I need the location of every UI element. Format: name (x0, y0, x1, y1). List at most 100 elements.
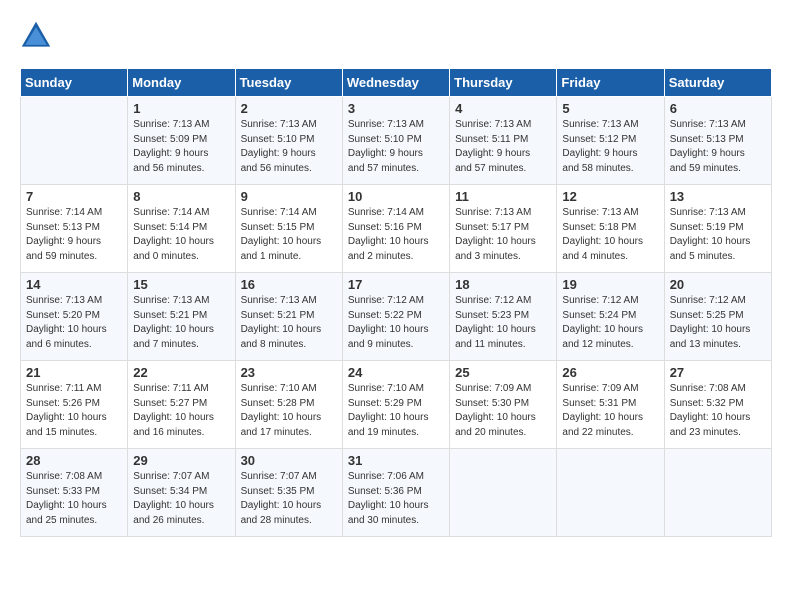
day-number: 26 (562, 365, 658, 380)
day-info: Sunrise: 7:13 AMSunset: 5:10 PMDaylight:… (241, 118, 337, 176)
weekday-header: Tuesday (235, 69, 342, 97)
day-number: 28 (26, 453, 122, 468)
day-info: Sunrise: 7:13 AMSunset: 5:21 PMDaylight:… (133, 294, 229, 352)
calendar-cell: 27 Sunrise: 7:08 AMSunset: 5:32 PMDayligh… (664, 361, 771, 449)
day-info: Sunrise: 7:14 AMSunset: 5:14 PMDaylight:… (133, 206, 229, 264)
calendar-cell: 11 Sunrise: 7:13 AMSunset: 5:17 PMDayligh… (450, 185, 557, 273)
day-number: 23 (241, 365, 337, 380)
calendar-cell: 16 Sunrise: 7:13 AMSunset: 5:21 PMDayligh… (235, 273, 342, 361)
day-info: Sunrise: 7:14 AMSunset: 5:16 PMDaylight:… (348, 206, 444, 264)
calendar-cell (450, 449, 557, 537)
weekday-header: Monday (128, 69, 235, 97)
calendar-cell: 22 Sunrise: 7:11 AMSunset: 5:27 PMDayligh… (128, 361, 235, 449)
day-info: Sunrise: 7:08 AMSunset: 5:33 PMDaylight:… (26, 470, 122, 528)
day-info: Sunrise: 7:07 AMSunset: 5:35 PMDaylight:… (241, 470, 337, 528)
calendar-cell: 21 Sunrise: 7:11 AMSunset: 5:26 PMDayligh… (21, 361, 128, 449)
day-info: Sunrise: 7:06 AMSunset: 5:36 PMDaylight:… (348, 470, 444, 528)
logo (20, 20, 56, 52)
header-row: SundayMondayTuesdayWednesdayThursdayFrid… (21, 69, 772, 97)
calendar-cell: 29 Sunrise: 7:07 AMSunset: 5:34 PMDayligh… (128, 449, 235, 537)
day-number: 8 (133, 189, 229, 204)
day-number: 21 (26, 365, 122, 380)
calendar-cell: 26 Sunrise: 7:09 AMSunset: 5:31 PMDayligh… (557, 361, 664, 449)
weekday-header: Wednesday (342, 69, 449, 97)
calendar-cell: 31 Sunrise: 7:06 AMSunset: 5:36 PMDayligh… (342, 449, 449, 537)
day-info: Sunrise: 7:11 AMSunset: 5:26 PMDaylight:… (26, 382, 122, 440)
calendar-cell: 1 Sunrise: 7:13 AMSunset: 5:09 PMDaylight… (128, 97, 235, 185)
calendar-week-row: 21 Sunrise: 7:11 AMSunset: 5:26 PMDayligh… (21, 361, 772, 449)
calendar-cell: 8 Sunrise: 7:14 AMSunset: 5:14 PMDaylight… (128, 185, 235, 273)
calendar-cell: 9Sunrise: 7:14 AMSunset: 5:15 PMDaylight… (235, 185, 342, 273)
day-number: 29 (133, 453, 229, 468)
logo-icon (20, 20, 52, 52)
day-info: Sunrise: 7:13 AMSunset: 5:11 PMDaylight:… (455, 118, 551, 176)
day-number: 17 (348, 277, 444, 292)
calendar-body: 1 Sunrise: 7:13 AMSunset: 5:09 PMDaylight… (21, 97, 772, 537)
day-number: 25 (455, 365, 551, 380)
calendar-cell: 20Sunrise: 7:12 AMSunset: 5:25 PMDayligh… (664, 273, 771, 361)
weekday-header: Sunday (21, 69, 128, 97)
day-number: 1 (133, 101, 229, 116)
day-info: Sunrise: 7:13 AMSunset: 5:18 PMDaylight:… (562, 206, 658, 264)
day-info: Sunrise: 7:13 AMSunset: 5:13 PMDaylight:… (670, 118, 766, 176)
day-number: 3 (348, 101, 444, 116)
calendar-cell: 2Sunrise: 7:13 AMSunset: 5:10 PMDaylight… (235, 97, 342, 185)
day-number: 9 (241, 189, 337, 204)
day-number: 24 (348, 365, 444, 380)
calendar-cell: 18 Sunrise: 7:12 AMSunset: 5:23 PMDayligh… (450, 273, 557, 361)
day-info: Sunrise: 7:13 AMSunset: 5:21 PMDaylight:… (241, 294, 337, 352)
calendar-cell (21, 97, 128, 185)
calendar-header: SundayMondayTuesdayWednesdayThursdayFrid… (21, 69, 772, 97)
day-number: 7 (26, 189, 122, 204)
calendar-cell: 5 Sunrise: 7:13 AMSunset: 5:12 PMDaylight… (557, 97, 664, 185)
day-number: 22 (133, 365, 229, 380)
day-info: Sunrise: 7:12 AMSunset: 5:22 PMDaylight:… (348, 294, 444, 352)
calendar-week-row: 1 Sunrise: 7:13 AMSunset: 5:09 PMDaylight… (21, 97, 772, 185)
day-info: Sunrise: 7:13 AMSunset: 5:19 PMDaylight:… (670, 206, 766, 264)
calendar-cell: 12 Sunrise: 7:13 AMSunset: 5:18 PMDayligh… (557, 185, 664, 273)
day-info: Sunrise: 7:12 AMSunset: 5:23 PMDaylight:… (455, 294, 551, 352)
calendar-cell: 17 Sunrise: 7:12 AMSunset: 5:22 PMDayligh… (342, 273, 449, 361)
day-info: Sunrise: 7:09 AMSunset: 5:30 PMDaylight:… (455, 382, 551, 440)
day-number: 13 (670, 189, 766, 204)
day-info: Sunrise: 7:08 AMSunset: 5:32 PMDaylight:… (670, 382, 766, 440)
day-number: 18 (455, 277, 551, 292)
day-number: 27 (670, 365, 766, 380)
day-number: 10 (348, 189, 444, 204)
day-number: 5 (562, 101, 658, 116)
calendar-cell: 19Sunrise: 7:12 AMSunset: 5:24 PMDayligh… (557, 273, 664, 361)
day-info: Sunrise: 7:10 AMSunset: 5:28 PMDaylight:… (241, 382, 337, 440)
calendar-cell: 4 Sunrise: 7:13 AMSunset: 5:11 PMDaylight… (450, 97, 557, 185)
day-info: Sunrise: 7:14 AMSunset: 5:13 PMDaylight:… (26, 206, 122, 264)
calendar-cell: 25 Sunrise: 7:09 AMSunset: 5:30 PMDayligh… (450, 361, 557, 449)
calendar-week-row: 14 Sunrise: 7:13 AMSunset: 5:20 PMDayligh… (21, 273, 772, 361)
calendar-week-row: 28 Sunrise: 7:08 AMSunset: 5:33 PMDayligh… (21, 449, 772, 537)
day-info: Sunrise: 7:07 AMSunset: 5:34 PMDaylight:… (133, 470, 229, 528)
day-number: 19 (562, 277, 658, 292)
calendar-week-row: 7 Sunrise: 7:14 AMSunset: 5:13 PMDaylight… (21, 185, 772, 273)
day-number: 31 (348, 453, 444, 468)
weekday-header: Friday (557, 69, 664, 97)
calendar-table: SundayMondayTuesdayWednesdayThursdayFrid… (20, 68, 772, 537)
day-info: Sunrise: 7:13 AMSunset: 5:20 PMDaylight:… (26, 294, 122, 352)
calendar-cell: 30Sunrise: 7:07 AMSunset: 5:35 PMDayligh… (235, 449, 342, 537)
day-info: Sunrise: 7:11 AMSunset: 5:27 PMDaylight:… (133, 382, 229, 440)
day-info: Sunrise: 7:13 AMSunset: 5:09 PMDaylight:… (133, 118, 229, 176)
day-number: 16 (241, 277, 337, 292)
calendar-cell: 15Sunrise: 7:13 AMSunset: 5:21 PMDayligh… (128, 273, 235, 361)
day-info: Sunrise: 7:13 AMSunset: 5:17 PMDaylight:… (455, 206, 551, 264)
day-info: Sunrise: 7:09 AMSunset: 5:31 PMDaylight:… (562, 382, 658, 440)
day-number: 6 (670, 101, 766, 116)
calendar-cell: 3Sunrise: 7:13 AMSunset: 5:10 PMDaylight… (342, 97, 449, 185)
day-number: 14 (26, 277, 122, 292)
day-number: 4 (455, 101, 551, 116)
calendar-cell: 7 Sunrise: 7:14 AMSunset: 5:13 PMDaylight… (21, 185, 128, 273)
calendar-cell (664, 449, 771, 537)
calendar-cell: 14 Sunrise: 7:13 AMSunset: 5:20 PMDayligh… (21, 273, 128, 361)
calendar-cell: 10 Sunrise: 7:14 AMSunset: 5:16 PMDayligh… (342, 185, 449, 273)
page-header (20, 20, 772, 52)
day-info: Sunrise: 7:13 AMSunset: 5:12 PMDaylight:… (562, 118, 658, 176)
day-number: 20 (670, 277, 766, 292)
day-number: 12 (562, 189, 658, 204)
day-number: 11 (455, 189, 551, 204)
